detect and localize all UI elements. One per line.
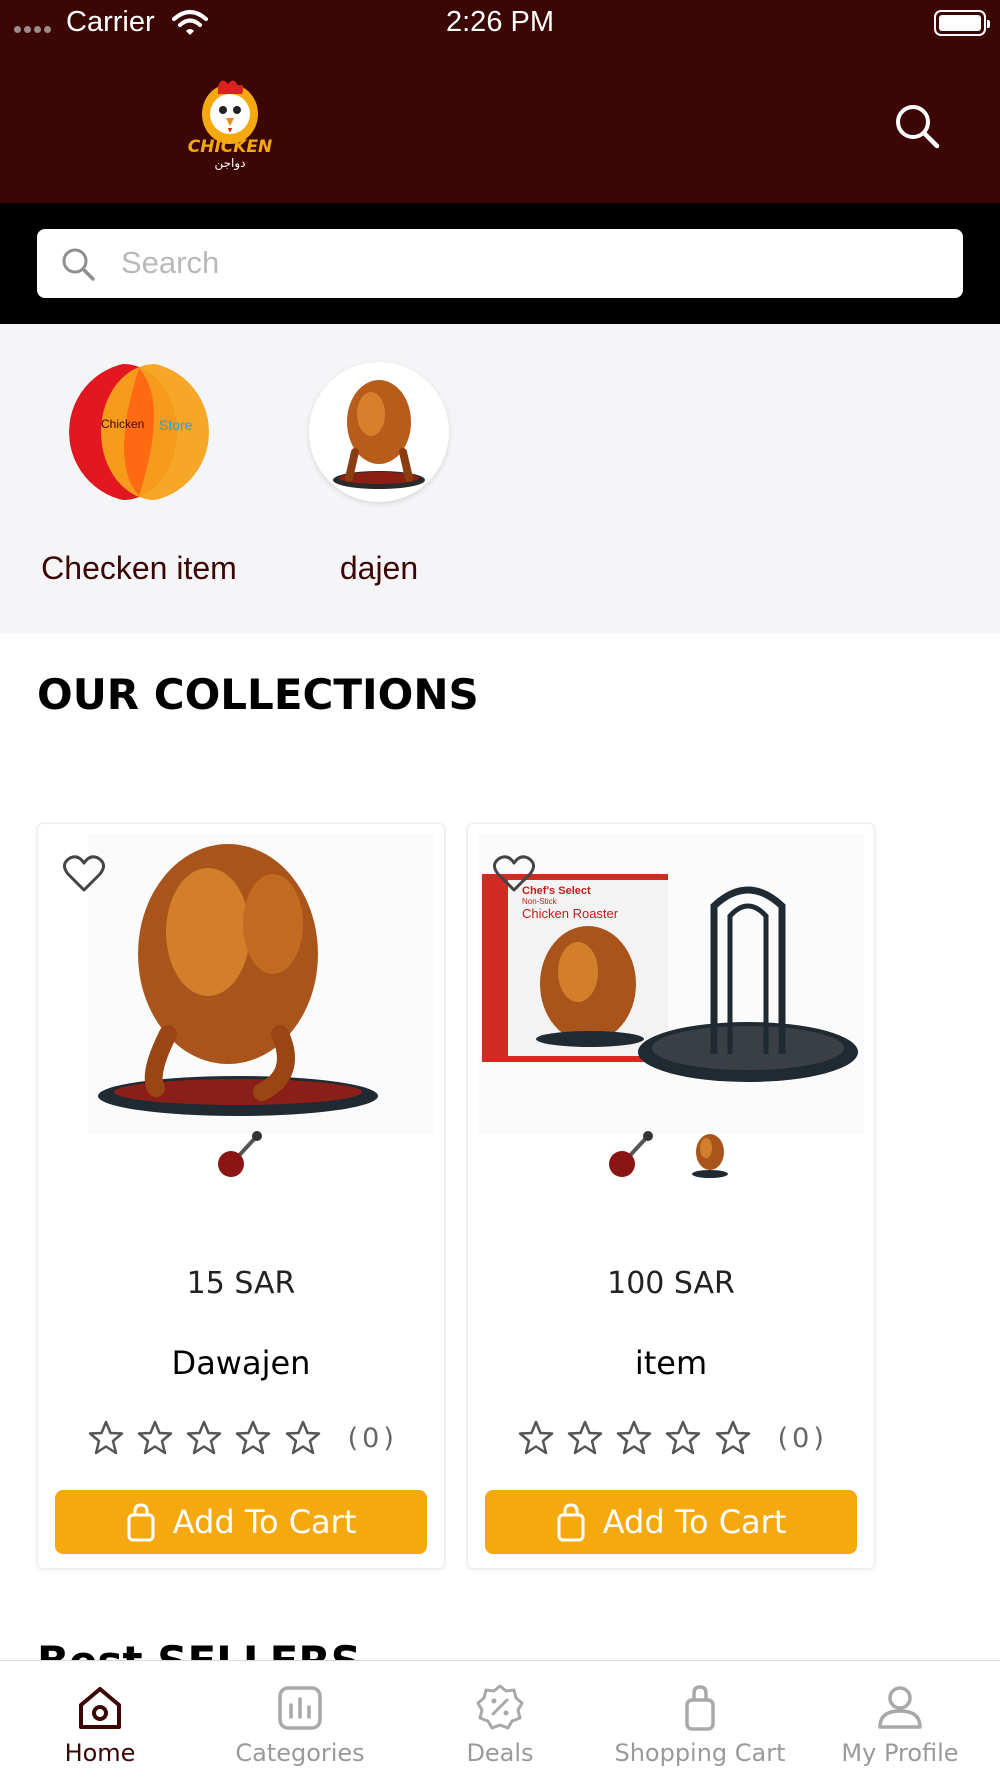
search-icon[interactable] xyxy=(892,101,942,151)
status-bar: Carrier 2:26 PM xyxy=(0,0,1000,48)
category-item-checken-item[interactable]: Chicken Store Checken item xyxy=(24,362,254,587)
category-image-text-left: Chicken xyxy=(101,417,144,431)
variant-thumbnails xyxy=(468,1126,874,1196)
star-icon xyxy=(187,1420,222,1455)
category-image-text-right: Store xyxy=(159,417,193,433)
clock: 2:26 PM xyxy=(446,6,554,38)
tab-shopping-cart[interactable]: Shopping Cart xyxy=(600,1661,800,1779)
search-placeholder: Search xyxy=(121,245,220,280)
heart-icon[interactable] xyxy=(62,854,106,894)
brand-logo[interactable]: CHICKEN دواجن xyxy=(188,78,272,171)
rating-count: (0) xyxy=(347,1422,398,1454)
product-card[interactable]: Chef's Select Non-Stick Chicken Roaster … xyxy=(467,823,875,1569)
category-label: Checken item xyxy=(41,550,237,586)
battery-icon xyxy=(934,10,990,36)
search-icon xyxy=(62,248,95,281)
logo-arabic-text: دواجن xyxy=(214,156,245,170)
add-to-cart-button[interactable]: Add To Cart xyxy=(485,1490,857,1554)
category-image xyxy=(309,362,449,502)
star-icon xyxy=(715,1420,750,1455)
star-icon xyxy=(88,1420,124,1455)
app-header: CHICKEN دواجن xyxy=(0,48,1000,203)
roast-chicken-thumb[interactable] xyxy=(682,1126,738,1182)
roaster-stand-thumb[interactable] xyxy=(604,1126,660,1182)
star-icon xyxy=(518,1420,554,1455)
tab-home[interactable]: Home xyxy=(0,1661,200,1779)
tab-label: Deals xyxy=(466,1739,534,1767)
add-to-cart-label: Add To Cart xyxy=(172,1503,357,1541)
tab-categories[interactable]: Categories xyxy=(200,1661,400,1779)
search-input[interactable]: Search xyxy=(37,229,963,298)
product-price: 100 SAR xyxy=(607,1266,735,1301)
star-icon xyxy=(137,1420,173,1455)
shopping-bag-icon xyxy=(685,1685,715,1731)
shopping-bag-icon xyxy=(557,1503,585,1542)
logo-text: CHICKEN xyxy=(188,137,272,157)
tab-my-profile[interactable]: My Profile xyxy=(800,1661,1000,1779)
star-icon xyxy=(567,1420,603,1455)
star-icon xyxy=(285,1420,320,1455)
deals-icon xyxy=(476,1684,524,1730)
variant-thumbnails xyxy=(38,1126,444,1196)
tab-label: Shopping Cart xyxy=(614,1739,786,1767)
category-strip: Chicken Store Checken item dajen xyxy=(0,324,1000,634)
roaster-stand-thumb[interactable] xyxy=(213,1126,269,1182)
home-icon xyxy=(79,1687,121,1729)
shopping-bag-icon xyxy=(127,1503,155,1542)
category-item-dajen[interactable]: dajen xyxy=(264,362,494,587)
add-to-cart-label: Add To Cart xyxy=(602,1503,787,1541)
category-label: dajen xyxy=(339,550,419,586)
category-image: Chicken Store xyxy=(69,362,209,502)
tab-label: Categories xyxy=(235,1739,365,1767)
product-card[interactable]: 15 SAR Dawajen (0) Add To Cart xyxy=(37,823,445,1569)
box-name: Chicken Roaster xyxy=(522,906,619,921)
heart-icon[interactable] xyxy=(492,854,536,894)
star-icon xyxy=(617,1420,652,1455)
add-to-cart-button[interactable]: Add To Cart xyxy=(55,1490,427,1554)
rating-count: (0) xyxy=(777,1422,828,1454)
product-name[interactable]: Dawajen xyxy=(38,1344,444,1382)
tab-label: Home xyxy=(64,1739,136,1767)
product-name[interactable]: item xyxy=(468,1344,874,1382)
collections-title: OUR COLLECTIONS xyxy=(37,670,479,719)
tab-label: My Profile xyxy=(841,1739,959,1767)
bottom-tab-bar: Home Categories Deals Shopping Cart My P… xyxy=(0,1660,1000,1779)
categories-icon xyxy=(278,1686,322,1730)
star-icon xyxy=(236,1420,271,1455)
star-icon xyxy=(666,1420,701,1455)
product-price: 15 SAR xyxy=(186,1266,296,1301)
box-subtitle: Non-Stick xyxy=(522,897,558,906)
search-bar-container: Search xyxy=(0,203,1000,324)
star-rating: (0) xyxy=(468,1420,874,1456)
profile-icon xyxy=(878,1686,922,1729)
star-rating: (0) xyxy=(38,1420,444,1456)
tab-deals[interactable]: Deals xyxy=(400,1661,600,1779)
